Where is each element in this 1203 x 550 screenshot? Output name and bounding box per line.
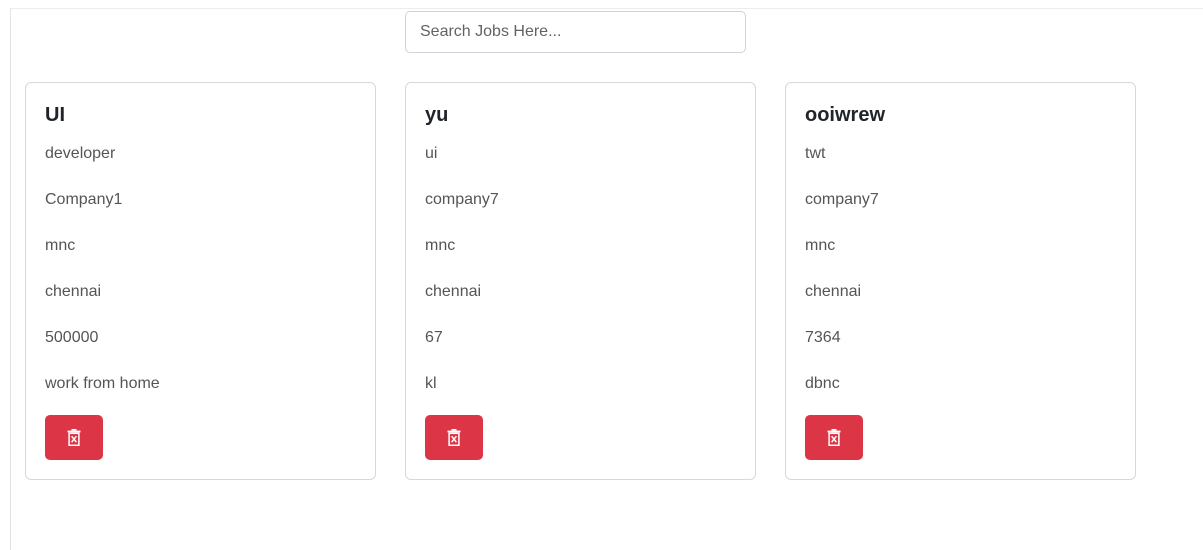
- job-card: yu ui company7 mnc chennai 67 kl: [405, 82, 756, 480]
- job-company: Company1: [45, 191, 123, 208]
- trash-x-icon: [447, 429, 461, 446]
- job-mode: kl: [425, 375, 437, 392]
- job-type: mnc: [425, 237, 456, 254]
- job-card-list: UI developer Company1 mnc chennai 500000…: [25, 82, 1136, 480]
- trash-x-icon: [827, 429, 841, 446]
- job-company: company7: [805, 191, 879, 208]
- job-company: company7: [425, 191, 499, 208]
- job-role: developer: [45, 145, 116, 162]
- job-salary: 7364: [805, 329, 841, 346]
- delete-job-button[interactable]: [425, 415, 483, 460]
- job-title: yu: [425, 104, 449, 126]
- job-role: ui: [425, 145, 438, 162]
- job-location: chennai: [805, 283, 862, 300]
- job-card: UI developer Company1 mnc chennai 500000…: [25, 82, 376, 480]
- job-type: mnc: [45, 237, 76, 254]
- search-input[interactable]: [405, 11, 746, 53]
- job-location: chennai: [45, 283, 102, 300]
- job-title: ooiwrew: [805, 104, 886, 126]
- job-mode: work from home: [45, 375, 160, 392]
- job-salary: 500000: [45, 329, 99, 346]
- job-type: mnc: [805, 237, 836, 254]
- job-mode: dbnc: [805, 375, 840, 392]
- job-title: UI: [45, 104, 65, 126]
- job-location: chennai: [425, 283, 482, 300]
- job-salary: 67: [425, 329, 443, 346]
- delete-job-button[interactable]: [45, 415, 103, 460]
- trash-x-icon: [67, 429, 81, 446]
- job-card: ooiwrew twt company7 mnc chennai 7364 db…: [785, 82, 1136, 480]
- job-role: twt: [805, 145, 826, 162]
- delete-job-button[interactable]: [805, 415, 863, 460]
